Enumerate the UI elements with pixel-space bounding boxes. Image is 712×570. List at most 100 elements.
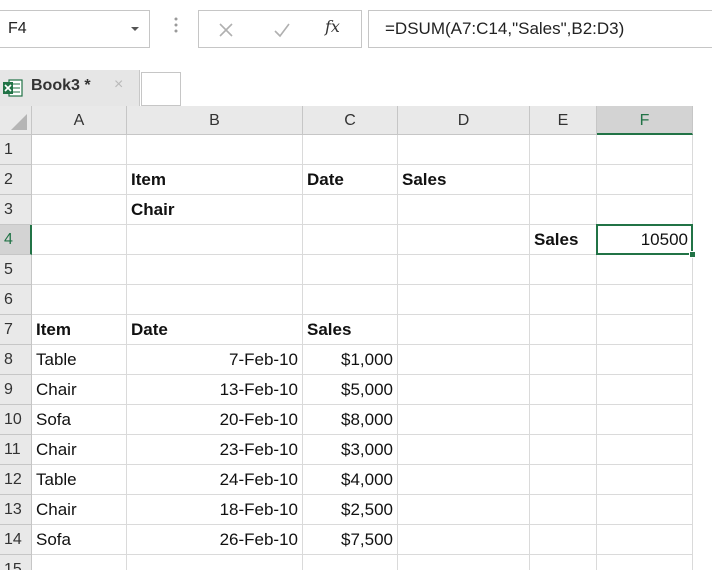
row-header-2[interactable]: 2: [0, 165, 32, 195]
cell-a14[interactable]: Sofa: [32, 525, 127, 555]
cell-c11[interactable]: $3,000: [303, 435, 398, 465]
cell-d10[interactable]: [398, 405, 530, 435]
cell-d13[interactable]: [398, 495, 530, 525]
workbook-tab[interactable]: Book3 * ×: [0, 70, 140, 106]
cell-c7[interactable]: Sales: [303, 315, 398, 345]
cell-d3[interactable]: [398, 195, 530, 225]
cell-a5[interactable]: [32, 255, 127, 285]
cell-f5[interactable]: [597, 255, 693, 285]
column-header-d[interactable]: D: [398, 106, 530, 135]
row-header-12[interactable]: 12: [0, 465, 32, 495]
cell-c6[interactable]: [303, 285, 398, 315]
cell-a6[interactable]: [32, 285, 127, 315]
cell-b9[interactable]: 13-Feb-10: [127, 375, 303, 405]
cell-f3[interactable]: [597, 195, 693, 225]
cell-e10[interactable]: [530, 405, 597, 435]
cell-a3[interactable]: [32, 195, 127, 225]
insert-function-icon[interactable]: fx: [325, 17, 351, 41]
cell-c10[interactable]: $8,000: [303, 405, 398, 435]
cell-e8[interactable]: [530, 345, 597, 375]
cell-c3[interactable]: [303, 195, 398, 225]
row-header-11[interactable]: 11: [0, 435, 32, 465]
row-header-7[interactable]: 7: [0, 315, 32, 345]
cell-b1[interactable]: [127, 135, 303, 165]
cell-e6[interactable]: [530, 285, 597, 315]
cell-d12[interactable]: [398, 465, 530, 495]
cell-a2[interactable]: [32, 165, 127, 195]
cell-d14[interactable]: [398, 525, 530, 555]
cell-b8[interactable]: 7-Feb-10: [127, 345, 303, 375]
cell-d15[interactable]: [398, 555, 530, 570]
cell-e15[interactable]: [530, 555, 597, 570]
cell-a8[interactable]: Table: [32, 345, 127, 375]
cell-d9[interactable]: [398, 375, 530, 405]
row-header-5[interactable]: 5: [0, 255, 32, 285]
cell-c8[interactable]: $1,000: [303, 345, 398, 375]
cell-c2[interactable]: Date: [303, 165, 398, 195]
cell-b13[interactable]: 18-Feb-10: [127, 495, 303, 525]
cell-b5[interactable]: [127, 255, 303, 285]
cell-d6[interactable]: [398, 285, 530, 315]
row-header-8[interactable]: 8: [0, 345, 32, 375]
cell-f11[interactable]: [597, 435, 693, 465]
cell-c1[interactable]: [303, 135, 398, 165]
cell-f13[interactable]: [597, 495, 693, 525]
cell-a7[interactable]: Item: [32, 315, 127, 345]
cell-b10[interactable]: 20-Feb-10: [127, 405, 303, 435]
fill-handle[interactable]: [689, 251, 696, 258]
cell-e12[interactable]: [530, 465, 597, 495]
cell-f12[interactable]: [597, 465, 693, 495]
cell-d1[interactable]: [398, 135, 530, 165]
enter-check-icon[interactable]: [271, 19, 293, 41]
cell-b2[interactable]: Item: [127, 165, 303, 195]
cell-d5[interactable]: [398, 255, 530, 285]
cell-f7[interactable]: [597, 315, 693, 345]
cell-e4[interactable]: Sales: [530, 225, 597, 255]
cell-f9[interactable]: [597, 375, 693, 405]
row-header-9[interactable]: 9: [0, 375, 32, 405]
row-header-6[interactable]: 6: [0, 285, 32, 315]
cell-e5[interactable]: [530, 255, 597, 285]
dropdown-arrow-icon[interactable]: [128, 22, 142, 36]
cell-e2[interactable]: [530, 165, 597, 195]
cell-f15[interactable]: [597, 555, 693, 570]
row-header-13[interactable]: 13: [0, 495, 32, 525]
cell-c14[interactable]: $7,500: [303, 525, 398, 555]
formula-bar-splitter[interactable]: [173, 14, 179, 36]
cell-a11[interactable]: Chair: [32, 435, 127, 465]
column-header-e[interactable]: E: [530, 106, 597, 135]
cell-e11[interactable]: [530, 435, 597, 465]
cell-b7[interactable]: Date: [127, 315, 303, 345]
cell-c13[interactable]: $2,500: [303, 495, 398, 525]
select-all-corner[interactable]: [0, 106, 32, 135]
cell-d4[interactable]: [398, 225, 530, 255]
cell-c12[interactable]: $4,000: [303, 465, 398, 495]
cell-d8[interactable]: [398, 345, 530, 375]
row-header-1[interactable]: 1: [0, 135, 32, 165]
close-tab-icon[interactable]: ×: [114, 76, 123, 94]
cell-a4[interactable]: [32, 225, 127, 255]
formula-input[interactable]: =DSUM(A7:C14,"Sales",B2:D3): [368, 10, 712, 48]
cell-f2[interactable]: [597, 165, 693, 195]
cell-e9[interactable]: [530, 375, 597, 405]
cell-e3[interactable]: [530, 195, 597, 225]
column-header-f[interactable]: F: [597, 106, 693, 135]
column-header-c[interactable]: C: [303, 106, 398, 135]
cell-e7[interactable]: [530, 315, 597, 345]
cancel-icon[interactable]: [215, 19, 237, 41]
cell-f14[interactable]: [597, 525, 693, 555]
cell-c4[interactable]: [303, 225, 398, 255]
cell-c15[interactable]: [303, 555, 398, 570]
cell-b15[interactable]: [127, 555, 303, 570]
cell-d7[interactable]: [398, 315, 530, 345]
cell-b11[interactable]: 23-Feb-10: [127, 435, 303, 465]
cell-d11[interactable]: [398, 435, 530, 465]
cell-e1[interactable]: [530, 135, 597, 165]
cell-b14[interactable]: 26-Feb-10: [127, 525, 303, 555]
cell-b4[interactable]: [127, 225, 303, 255]
cell-a9[interactable]: Chair: [32, 375, 127, 405]
name-box[interactable]: F4: [0, 10, 150, 48]
cell-b6[interactable]: [127, 285, 303, 315]
cell-f8[interactable]: [597, 345, 693, 375]
row-header-3[interactable]: 3: [0, 195, 32, 225]
